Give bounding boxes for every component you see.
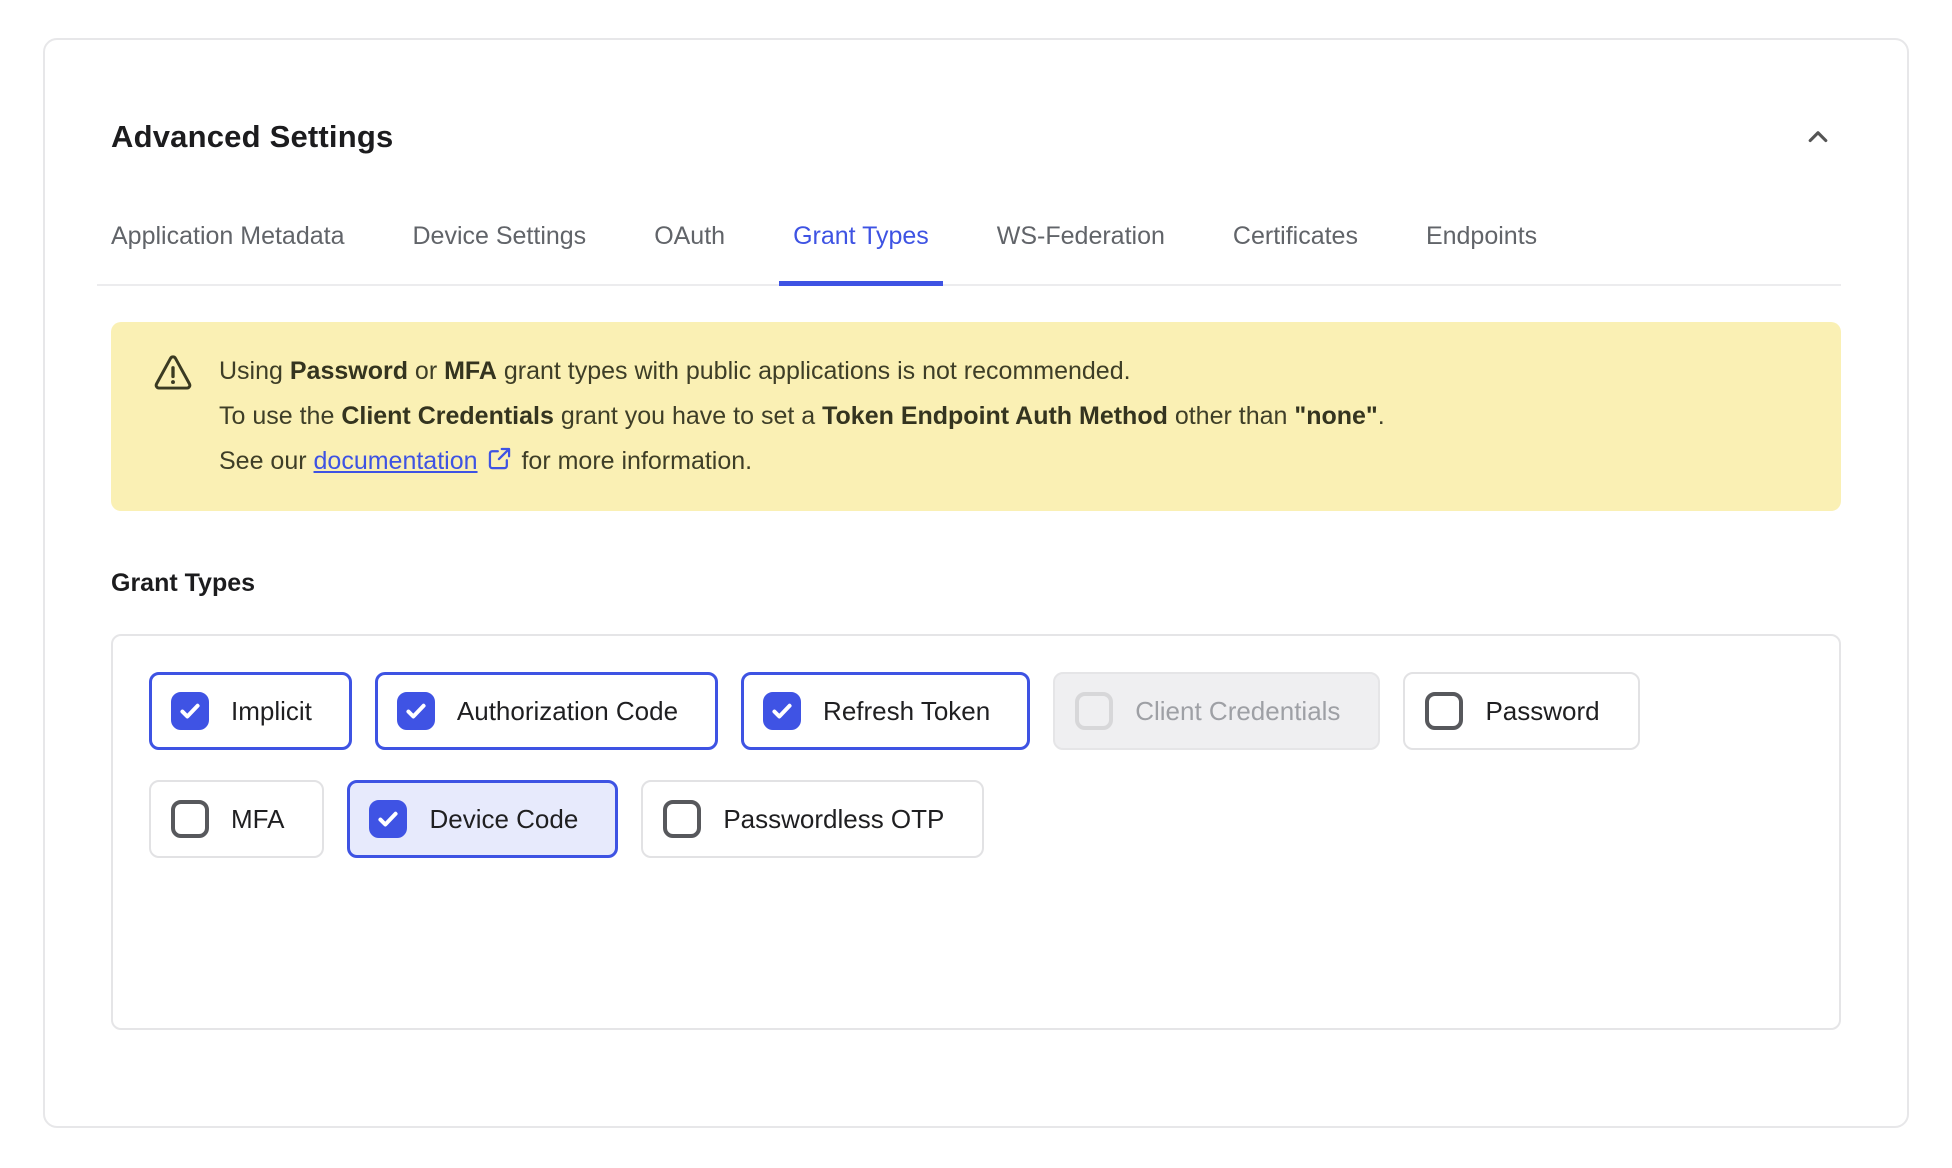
- warning-banner-text: Using Password or MFA grant types with p…: [219, 349, 1385, 484]
- tab-endpoints[interactable]: Endpoints: [1412, 222, 1551, 286]
- warning-banner: Using Password or MFA grant types with p…: [111, 322, 1841, 511]
- grant-types-group: Implicit Authorization Code Refresh Token C…: [111, 634, 1841, 1030]
- checkbox-unchecked-icon[interactable]: [1425, 692, 1463, 730]
- grant-type-label: Password: [1485, 696, 1599, 727]
- banner-bold-text: "none": [1294, 402, 1377, 430]
- banner-bold-text: Client Credentials: [341, 402, 554, 430]
- banner-bold-text: MFA: [444, 357, 497, 385]
- warning-triangle-icon: [151, 352, 195, 394]
- grant-type-label: Authorization Code: [457, 696, 678, 727]
- grant-type-label: Device Code: [429, 804, 578, 835]
- tab-oauth[interactable]: OAuth: [640, 222, 739, 286]
- documentation-link[interactable]: documentation: [314, 447, 478, 475]
- checkbox-checked-icon[interactable]: [763, 692, 801, 730]
- chevron-up-icon: [1801, 142, 1835, 157]
- grant-type-label: MFA: [231, 804, 284, 835]
- page-title: Advanced Settings: [111, 119, 393, 155]
- grant-type-passwordless-otp[interactable]: Passwordless OTP: [641, 780, 984, 858]
- advanced-settings-card: Advanced Settings Application Metadata De…: [43, 38, 1909, 1128]
- checkbox-checked-icon[interactable]: [171, 692, 209, 730]
- grant-type-implicit[interactable]: Implicit: [149, 672, 352, 750]
- warning-banner-line: See our documentation for more informati…: [219, 439, 1385, 484]
- banner-bold-text: Token Endpoint Auth Method: [822, 402, 1168, 430]
- tab-certificates[interactable]: Certificates: [1219, 222, 1372, 286]
- tab-grant-types[interactable]: Grant Types: [779, 222, 943, 286]
- external-link-icon[interactable]: [486, 445, 513, 472]
- grant-type-label: Client Credentials: [1135, 696, 1340, 727]
- grant-type-refresh-token[interactable]: Refresh Token: [741, 672, 1030, 750]
- banner-bold-text: Password: [290, 357, 408, 385]
- checkbox-unchecked-icon[interactable]: [663, 800, 701, 838]
- checkbox-unchecked-icon[interactable]: [171, 800, 209, 838]
- grant-type-authorization-code[interactable]: Authorization Code: [375, 672, 718, 750]
- grant-type-client-credentials: Client Credentials: [1053, 672, 1380, 750]
- warning-banner-line: To use the Client Credentials grant you …: [219, 394, 1385, 439]
- tab-application-metadata[interactable]: Application Metadata: [97, 222, 358, 286]
- checkbox-checked-icon[interactable]: [397, 692, 435, 730]
- warning-banner-line: Using Password or MFA grant types with p…: [219, 349, 1385, 394]
- grant-type-password[interactable]: Password: [1403, 672, 1639, 750]
- card-header: Advanced Settings: [111, 114, 1841, 160]
- grant-type-device-code[interactable]: Device Code: [347, 780, 618, 858]
- grant-type-label: Implicit: [231, 696, 312, 727]
- collapse-section-button[interactable]: [1795, 114, 1841, 160]
- checkbox-checked-icon[interactable]: [369, 800, 407, 838]
- grant-type-label: Refresh Token: [823, 696, 990, 727]
- checkbox-unchecked-icon: [1075, 692, 1113, 730]
- tab-device-settings[interactable]: Device Settings: [398, 222, 600, 286]
- grant-type-mfa[interactable]: MFA: [149, 780, 324, 858]
- grant-type-label: Passwordless OTP: [723, 804, 944, 835]
- grant-types-heading: Grant Types: [111, 569, 1841, 598]
- tab-bar: Application Metadata Device Settings OAuth…: [97, 222, 1841, 286]
- tab-ws-federation[interactable]: WS-Federation: [983, 222, 1179, 286]
